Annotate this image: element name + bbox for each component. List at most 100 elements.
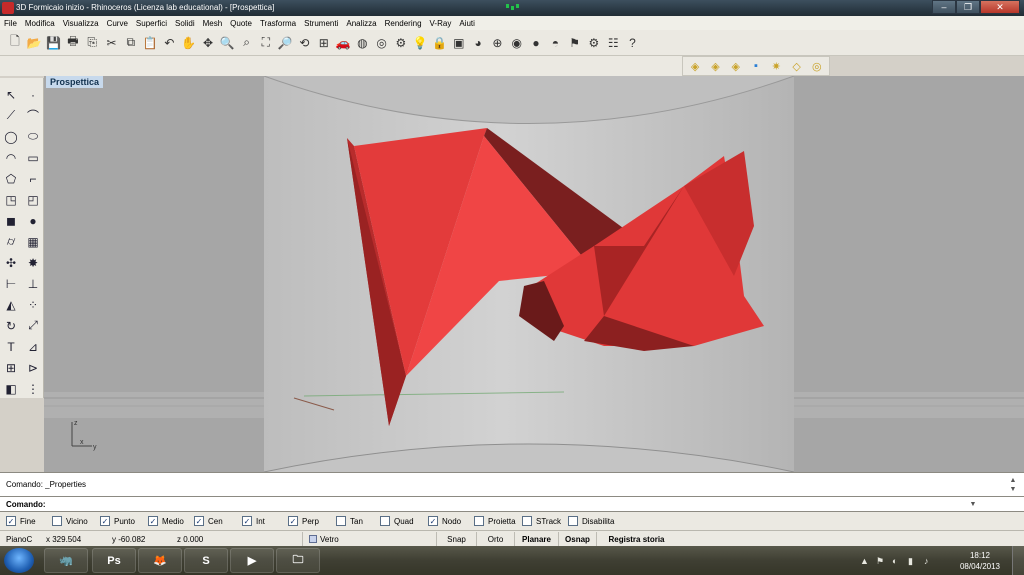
grid-icon[interactable]: ⋮ (22, 378, 44, 399)
clock[interactable]: 18:12 08/04/2013 (960, 550, 1000, 572)
osnap-checkbox[interactable] (522, 516, 532, 526)
import-icon[interactable]: ⎘ (83, 34, 101, 52)
trim-icon[interactable]: ⊢ (0, 273, 22, 294)
options-gear-icon[interactable]: ⚙ (585, 34, 603, 52)
vray-cube-icon[interactable]: ▪ (748, 58, 764, 74)
render-cube-icon[interactable]: ◧ (0, 378, 22, 399)
menu-aiuti[interactable]: Aiuti (459, 19, 475, 28)
vray-tag-2-icon[interactable]: ◈ (707, 58, 723, 74)
ortho-toggle[interactable]: Orto (476, 532, 514, 546)
polygon-icon[interactable]: ⬠ (0, 168, 22, 189)
color-wheel-icon[interactable]: ◕ (469, 34, 487, 52)
select-filter-icon[interactable]: ◎ (373, 34, 391, 52)
start-button[interactable] (4, 548, 34, 573)
save-icon[interactable]: 💾 (45, 34, 63, 52)
menu-curve[interactable]: Curve (107, 19, 128, 28)
menu-mesh[interactable]: Mesh (203, 19, 223, 28)
four-viewports-icon[interactable]: ⊞ (315, 34, 333, 52)
explorer-app-icon[interactable]: 🗀 (276, 548, 320, 573)
osnap-disabilita[interactable]: Disabilita (568, 516, 622, 526)
properties-icon[interactable]: ☷ (604, 34, 622, 52)
rotate-view-3d-icon[interactable]: ⟲ (295, 34, 313, 52)
osnap-checkbox[interactable] (568, 516, 578, 526)
copy-icon[interactable]: ⧉ (122, 34, 140, 52)
sphere-solid-icon[interactable]: ● (22, 210, 44, 231)
points-on-icon[interactable]: ⁘ (22, 294, 44, 315)
scroll-up-arrow-icon[interactable]: ▲ (1008, 477, 1018, 485)
osnap-vicino[interactable]: Vicino (52, 516, 100, 526)
rendered-sphere-icon[interactable]: ● (527, 34, 545, 52)
osnap-tan[interactable]: Tan (336, 516, 380, 526)
print-icon[interactable]: 🖶 (64, 34, 82, 52)
rectangle-icon[interactable]: ▭ (22, 147, 44, 168)
zoom-extents-icon[interactable]: ⛶ (257, 34, 275, 52)
rotate-view-icon[interactable]: ✥ (199, 34, 217, 52)
command-dropdown-arrow-icon[interactable]: ▼ (968, 501, 978, 509)
osnap-quad[interactable]: Quad (380, 516, 428, 526)
photoshop-app-icon[interactable]: Ps (92, 548, 136, 573)
osnap-checkbox[interactable]: ✓ (194, 516, 204, 526)
help-icon[interactable]: ? (624, 34, 642, 52)
menu-trasforma[interactable]: Trasforma (260, 19, 296, 28)
menu-superfici[interactable]: Superfici (136, 19, 167, 28)
current-layer[interactable]: Vetro (302, 532, 436, 546)
menu-rendering[interactable]: Rendering (385, 19, 422, 28)
wireframe-sphere-icon[interactable]: ⊕ (488, 34, 506, 52)
network-icon[interactable]: ▮ (908, 556, 913, 567)
menu-modifica[interactable]: Modifica (25, 19, 55, 28)
explode-icon[interactable]: ✸ (22, 252, 44, 273)
menu-visualizza[interactable]: Visualizza (63, 19, 99, 28)
osnap-fine[interactable]: ✓ Fine (6, 516, 52, 526)
render-preview-icon[interactable]: ◍ (353, 34, 371, 52)
menu-strumenti[interactable]: Strumenti (304, 19, 338, 28)
media-app-icon[interactable]: ▶ (230, 548, 274, 573)
vray-tag-3-icon[interactable]: ◈ (728, 58, 744, 74)
vray-options-icon[interactable]: ◎ (809, 58, 825, 74)
rhino-app-icon[interactable]: 🦏 (44, 548, 88, 573)
osnap-medio[interactable]: ✓ Medio (148, 516, 194, 526)
project-icon[interactable]: ⊳ (22, 357, 44, 378)
construction-plane[interactable]: PianoC (6, 535, 32, 544)
osnap-proietta[interactable]: Proietta (474, 516, 522, 526)
boolean-icon[interactable]: ✣ (0, 252, 22, 273)
ghosted-icon[interactable]: ◓ (546, 34, 564, 52)
surface-icon[interactable]: ◳ (0, 189, 22, 210)
cylinder-icon[interactable]: ⌭ (0, 231, 22, 252)
menu-file[interactable]: File (4, 19, 17, 28)
osnap-perp[interactable]: ✓ Perp (288, 516, 336, 526)
select-arrow-icon[interactable]: ↖ (0, 84, 22, 105)
arc-icon[interactable]: ◠ (0, 147, 22, 168)
lightbulb-icon[interactable]: 💡 (411, 34, 429, 52)
action-center-flag-icon[interactable]: ⚑ (876, 556, 884, 567)
menu-analizza[interactable]: Analizza (346, 19, 376, 28)
osnap-int[interactable]: ✓ Int (242, 516, 288, 526)
tray-arrow-icon[interactable]: ▲ (860, 556, 869, 566)
loft-icon[interactable]: ◰ (22, 189, 44, 210)
show-desktop-button[interactable] (1012, 546, 1024, 575)
zoom-icon[interactable]: 🔍 (218, 34, 236, 52)
perspective-viewport[interactable]: Prospettica z x y (44, 76, 1024, 472)
osnap-checkbox[interactable] (336, 516, 346, 526)
record-history-toggle[interactable]: Registra storia (596, 532, 676, 546)
mesh-icon[interactable]: ▦ (22, 231, 44, 252)
vray-tag-icon[interactable]: ◈ (687, 58, 703, 74)
zoom-window-icon[interactable]: ⌕ (238, 34, 256, 52)
minimize-button[interactable]: – (932, 0, 956, 14)
point-icon[interactable]: · (22, 84, 44, 105)
osnap-checkbox[interactable] (52, 516, 62, 526)
osnap-nodo[interactable]: ✓ Nodo (428, 516, 474, 526)
new-file-icon[interactable]: 🗋 (6, 34, 24, 52)
open-folder-icon[interactable]: 📂 (25, 34, 43, 52)
menu-solidi[interactable]: Solidi (175, 19, 195, 28)
osnap-checkbox[interactable]: ✓ (6, 516, 16, 526)
osnap-cen[interactable]: ✓ Cen (194, 516, 242, 526)
curve-icon[interactable]: ⌒ (22, 105, 44, 126)
snap-toggle[interactable]: Snap (436, 532, 476, 546)
cut-icon[interactable]: ✂ (102, 34, 120, 52)
car-icon[interactable]: 🚗 (334, 34, 352, 52)
osnap-icon[interactable]: ⚙ (392, 34, 410, 52)
antivirus-icon[interactable]: ◐ (892, 556, 897, 566)
rotate-icon[interactable]: ↻ (0, 315, 22, 336)
osnap-checkbox[interactable] (380, 516, 390, 526)
fillet-icon[interactable]: ⌐ (22, 168, 44, 189)
